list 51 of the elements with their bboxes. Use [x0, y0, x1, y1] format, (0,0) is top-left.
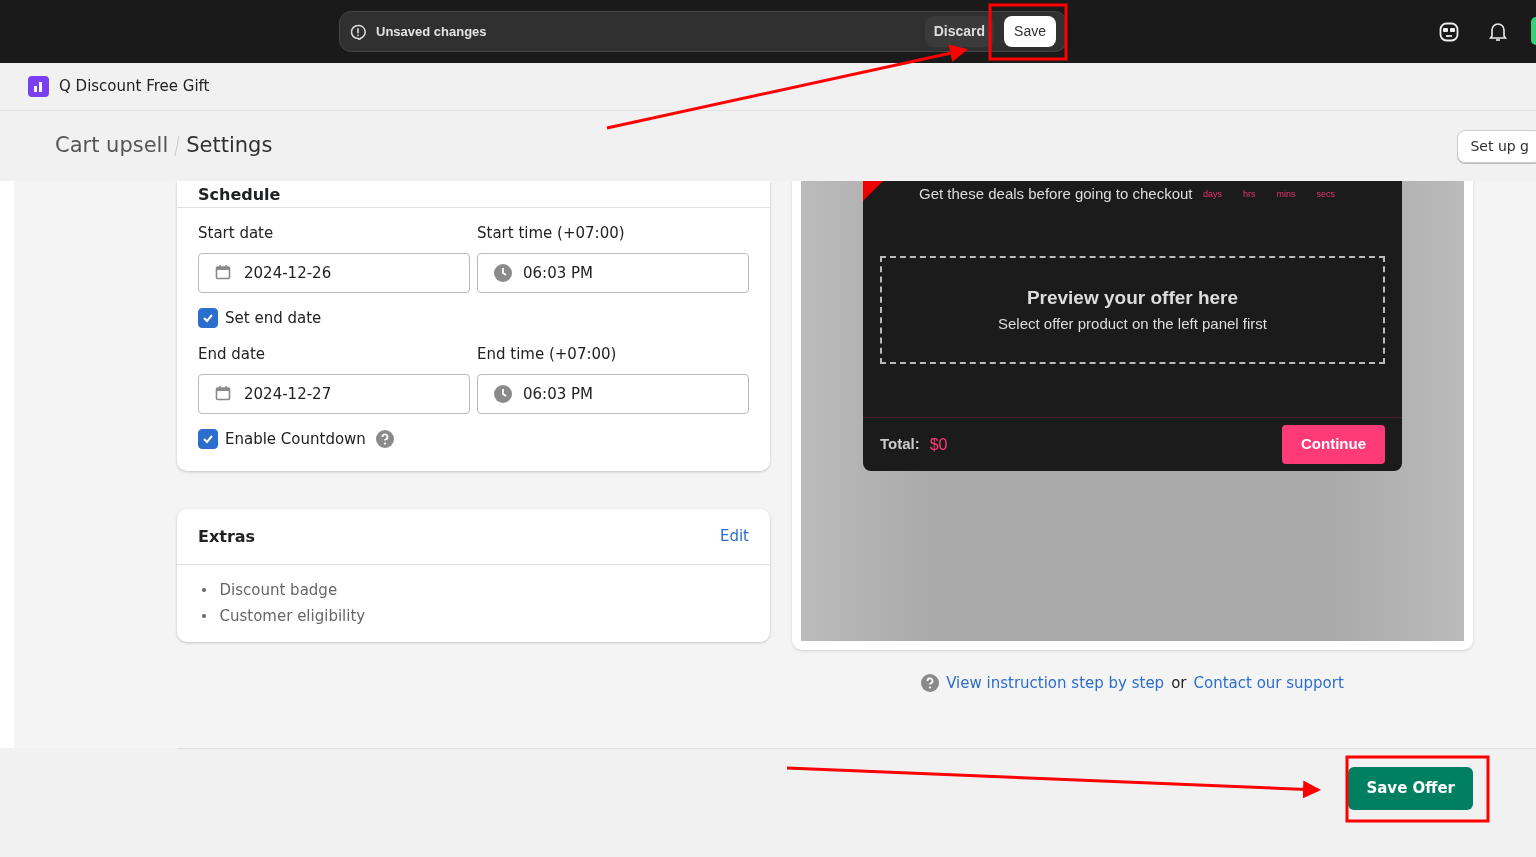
checkbox-label: Enable Countdown	[225, 428, 366, 450]
help-icon[interactable]	[376, 429, 395, 448]
alert-icon	[350, 23, 366, 40]
clock-icon	[494, 263, 512, 282]
field-label: Start time (+07:00)	[477, 223, 626, 245]
checkbox-label: Set end date	[225, 307, 322, 329]
discard-button[interactable]: Discard	[924, 16, 995, 47]
checkbox[interactable]	[198, 307, 218, 328]
bell-icon[interactable]	[1489, 22, 1507, 42]
joiner-text: or	[1171, 673, 1187, 694]
list-item: Customer eligibility	[219, 606, 366, 628]
avatar-icon[interactable]	[1439, 22, 1459, 42]
corner-ribbon-icon	[863, 181, 883, 201]
placeholder-title: Preview your offer here	[1026, 286, 1239, 310]
time-field[interactable]: 06:03 PM	[477, 252, 749, 293]
checkbox[interactable]	[198, 428, 218, 449]
support-link[interactable]: Contact our support	[1193, 672, 1344, 695]
countdown-unit: mins	[1276, 188, 1296, 201]
edit-link[interactable]: Edit	[719, 525, 749, 548]
modal-headline: Get these deals before going to checkout	[919, 184, 1193, 204]
calendar-icon	[215, 263, 231, 280]
setup-button[interactable]: Set up g	[1457, 130, 1536, 163]
calendar-icon	[215, 384, 231, 401]
placeholder-text: Select offer product on the left panel first	[997, 313, 1268, 334]
list-item: Discount badge	[219, 580, 338, 602]
breadcrumb-separator-icon	[174, 134, 181, 158]
time-field[interactable]: 06:03 PM	[477, 373, 749, 414]
card-title: Extras	[198, 527, 256, 547]
field-label: Start date	[198, 223, 275, 245]
total-value: $0	[929, 434, 948, 455]
card-title: Schedule	[198, 184, 282, 204]
countdown-unit: days	[1203, 188, 1223, 201]
countdown-unit: hrs	[1243, 188, 1256, 201]
bullet-icon	[201, 588, 206, 593]
instruction-link[interactable]: View instruction step by step	[946, 672, 1165, 695]
help-icon	[921, 674, 940, 693]
app-name: Q Discount Free Gift	[59, 76, 210, 98]
status-text: Unsaved changes	[376, 22, 488, 41]
countdown-unit: secs	[1316, 188, 1336, 201]
field-label: End date	[198, 344, 267, 366]
save-button[interactable]: Save	[1004, 16, 1056, 47]
bullet-icon	[201, 614, 206, 619]
clock-icon	[494, 384, 512, 403]
field-label: End time (+07:00)	[477, 344, 618, 366]
date-field[interactable]: 2024-12-27	[198, 373, 470, 414]
save-offer-button[interactable]: Save Offer	[1348, 767, 1473, 810]
breadcrumb-link[interactable]: Cart upsell	[55, 130, 169, 162]
app-logo-icon	[28, 76, 49, 97]
total-label: Total:	[880, 434, 920, 455]
date-field[interactable]: 2024-12-26	[198, 252, 470, 293]
page-title: Settings	[186, 132, 273, 160]
